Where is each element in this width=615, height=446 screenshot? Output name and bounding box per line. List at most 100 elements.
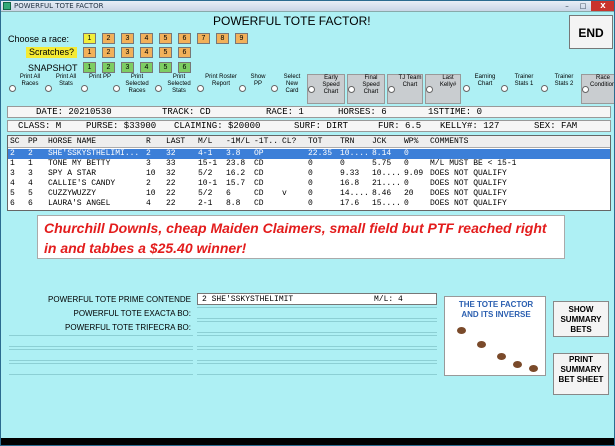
exacta-box-field[interactable] [197, 307, 437, 319]
radio-icon[interactable] [348, 86, 355, 93]
radio-icon[interactable] [501, 85, 508, 92]
option-race-conditions[interactable]: Race Conditions [581, 74, 614, 104]
table-cell: CD [254, 179, 264, 188]
prime-contender-field[interactable]: 2 SHE'SSKYSTHELIMIT M/L: 4 [197, 293, 437, 305]
option-show-pp[interactable]: Show PP [239, 74, 269, 104]
taskbar-strip [1, 438, 614, 445]
option-label: Show PP [250, 74, 266, 87]
race-button-9[interactable]: 9 [235, 33, 248, 44]
column-header[interactable]: R [146, 137, 164, 147]
table-cell: 2 [146, 149, 151, 158]
end-button[interactable]: END [569, 15, 613, 49]
column-header[interactable]: LAST [166, 137, 196, 147]
minimize-button[interactable]: – [560, 1, 574, 11]
radio-icon[interactable] [582, 86, 589, 93]
column-header[interactable]: TOT [308, 137, 338, 147]
table-row[interactable]: 5 5 CUZZYWUZZY 10 22 5/2 6 CD v 0 14.... 8.46 20 DOES… [8, 189, 610, 199]
snapshot-button-2[interactable]: 2 [102, 62, 115, 73]
radio-icon[interactable] [271, 85, 278, 92]
scratch-button-6[interactable]: 6 [178, 47, 191, 58]
table-row[interactable]: 4 4 CALLIE'S CANDY 2 22 10-1 15.7 CD 0 16.8 21....… [8, 179, 610, 189]
table-row[interactable]: 2 2 SHE'SSKYSTHELIMI... 2 32 4-1 3.8 OP 22.35 10.… [8, 149, 610, 159]
option-label: Early Speed Chart [322, 75, 340, 95]
scratch-button-4[interactable]: 4 [140, 47, 153, 58]
race-button-2[interactable]: 2 [102, 33, 115, 44]
option-print-selected-races[interactable]: Print Selected Races [113, 74, 153, 104]
radio-icon[interactable] [45, 85, 52, 92]
radio-icon[interactable] [197, 85, 204, 92]
snapshot-button-6[interactable]: 6 [178, 62, 191, 73]
trifecta-box-field[interactable] [197, 321, 437, 333]
radio-icon[interactable] [155, 85, 162, 92]
option-print-selected-stats[interactable]: Print Selected Stats [155, 74, 195, 104]
column-header[interactable]: CL? [282, 137, 306, 147]
option-trainer-stats-2[interactable]: Trainer Stats 2 [541, 74, 579, 104]
annotation-note[interactable]: Churchill Downls, cheap Maiden Claimers,… [37, 215, 565, 259]
option-select-new-card[interactable]: Select New Card [271, 74, 305, 104]
radio-icon[interactable] [9, 85, 16, 92]
bet-field-5[interactable] [197, 349, 437, 361]
option-last-kelly[interactable]: Last Kelly# [425, 74, 461, 104]
scratch-button-3[interactable]: 3 [121, 47, 134, 58]
option-label: Race Conditions [590, 75, 614, 88]
snapshot-button-4[interactable]: 4 [140, 62, 153, 73]
race-button-7[interactable]: 7 [197, 33, 210, 44]
close-button[interactable]: X [591, 1, 614, 11]
table-cell: 8.14 [372, 149, 392, 158]
column-header[interactable]: COMMENTS [430, 137, 610, 147]
column-header[interactable]: HORSE NAME [48, 137, 144, 147]
option-print-all-stats[interactable]: Print All Stats [45, 74, 79, 104]
maximize-button[interactable]: □ [576, 1, 590, 11]
option-print-roster-report[interactable]: Print Roster Report [197, 74, 237, 104]
option-print-pp[interactable]: Print PP [81, 74, 111, 104]
radio-icon[interactable] [388, 86, 395, 93]
column-header[interactable]: JCK [372, 137, 402, 147]
option-final-speed-chart[interactable]: Final Speed Chart [347, 74, 385, 104]
race-button-6[interactable]: 6 [178, 33, 191, 44]
option-print-all-races[interactable]: Print All Races [9, 74, 43, 104]
column-header[interactable]: WP% [404, 137, 428, 147]
option-earning-chart[interactable]: Earning Chart [463, 74, 499, 104]
race-button-8[interactable]: 8 [216, 33, 229, 44]
table-row[interactable]: 3 3 SPY A STAR 10 32 5/2 16.2 CD 0 9.33 10.... 9.09… [8, 169, 610, 179]
column-header[interactable]: M/L [198, 137, 224, 147]
table-row[interactable]: 1 1 TONE MY BETTY 3 33 15-1 23.8 CD 0 0 5.75 0 M/L M… [8, 159, 610, 169]
radio-icon[interactable] [308, 86, 315, 93]
radio-icon[interactable] [463, 85, 470, 92]
table-cell: 14.... [340, 189, 369, 198]
column-header[interactable]: -1M/L [226, 137, 252, 147]
scratch-button-1[interactable]: 1 [83, 47, 96, 58]
bet-label-field-5 [9, 349, 193, 361]
table-row[interactable]: 6 6 LAURA'S ANGEL 4 22 2-1 8.8 CD 0 17.6 15.... 0 DO… [8, 199, 610, 209]
radio-icon[interactable] [426, 86, 433, 93]
snapshot-button-1[interactable]: 1 [83, 62, 96, 73]
option-label: Print PP [89, 74, 112, 80]
table-cell: DOES NOT QUALIFY [430, 169, 507, 178]
radio-icon[interactable] [81, 85, 88, 92]
scratch-button-2[interactable]: 2 [102, 47, 115, 58]
radio-icon[interactable] [541, 85, 548, 92]
radio-icon[interactable] [239, 85, 246, 92]
race-button-1[interactable]: 1 [83, 33, 96, 44]
option-early-speed-chart[interactable]: Early Speed Chart [307, 74, 345, 104]
bet-field-4[interactable] [197, 335, 437, 347]
race-button-5[interactable]: 5 [159, 33, 172, 44]
snapshot-button-3[interactable]: 3 [121, 62, 134, 73]
show-summary-bets-button[interactable]: SHOW SUMMARY BETS [553, 301, 609, 337]
race-button-4[interactable]: 4 [140, 33, 153, 44]
table-cell: 0 [308, 199, 313, 208]
option-tj-team-chart[interactable]: TJ Team Chart [387, 74, 423, 104]
scratch-button-5[interactable]: 5 [159, 47, 172, 58]
option-trainer-stats-1[interactable]: Trainer Stats 1 [501, 74, 539, 104]
radio-icon[interactable] [113, 85, 120, 92]
column-header[interactable]: SC [10, 137, 26, 147]
column-header[interactable]: TRN [340, 137, 370, 147]
column-header[interactable]: -1T... [254, 137, 280, 147]
choose-race-label: Choose a race: [8, 34, 70, 44]
race-button-3[interactable]: 3 [121, 33, 134, 44]
column-header[interactable]: PP [28, 137, 46, 147]
snapshot-button-5[interactable]: 5 [159, 62, 172, 73]
print-summary-bet-sheet-button[interactable]: PRINT SUMMARY BET SHEET [553, 353, 609, 395]
table-cell: 3.8 [226, 149, 241, 158]
bet-field-6[interactable] [197, 363, 437, 375]
